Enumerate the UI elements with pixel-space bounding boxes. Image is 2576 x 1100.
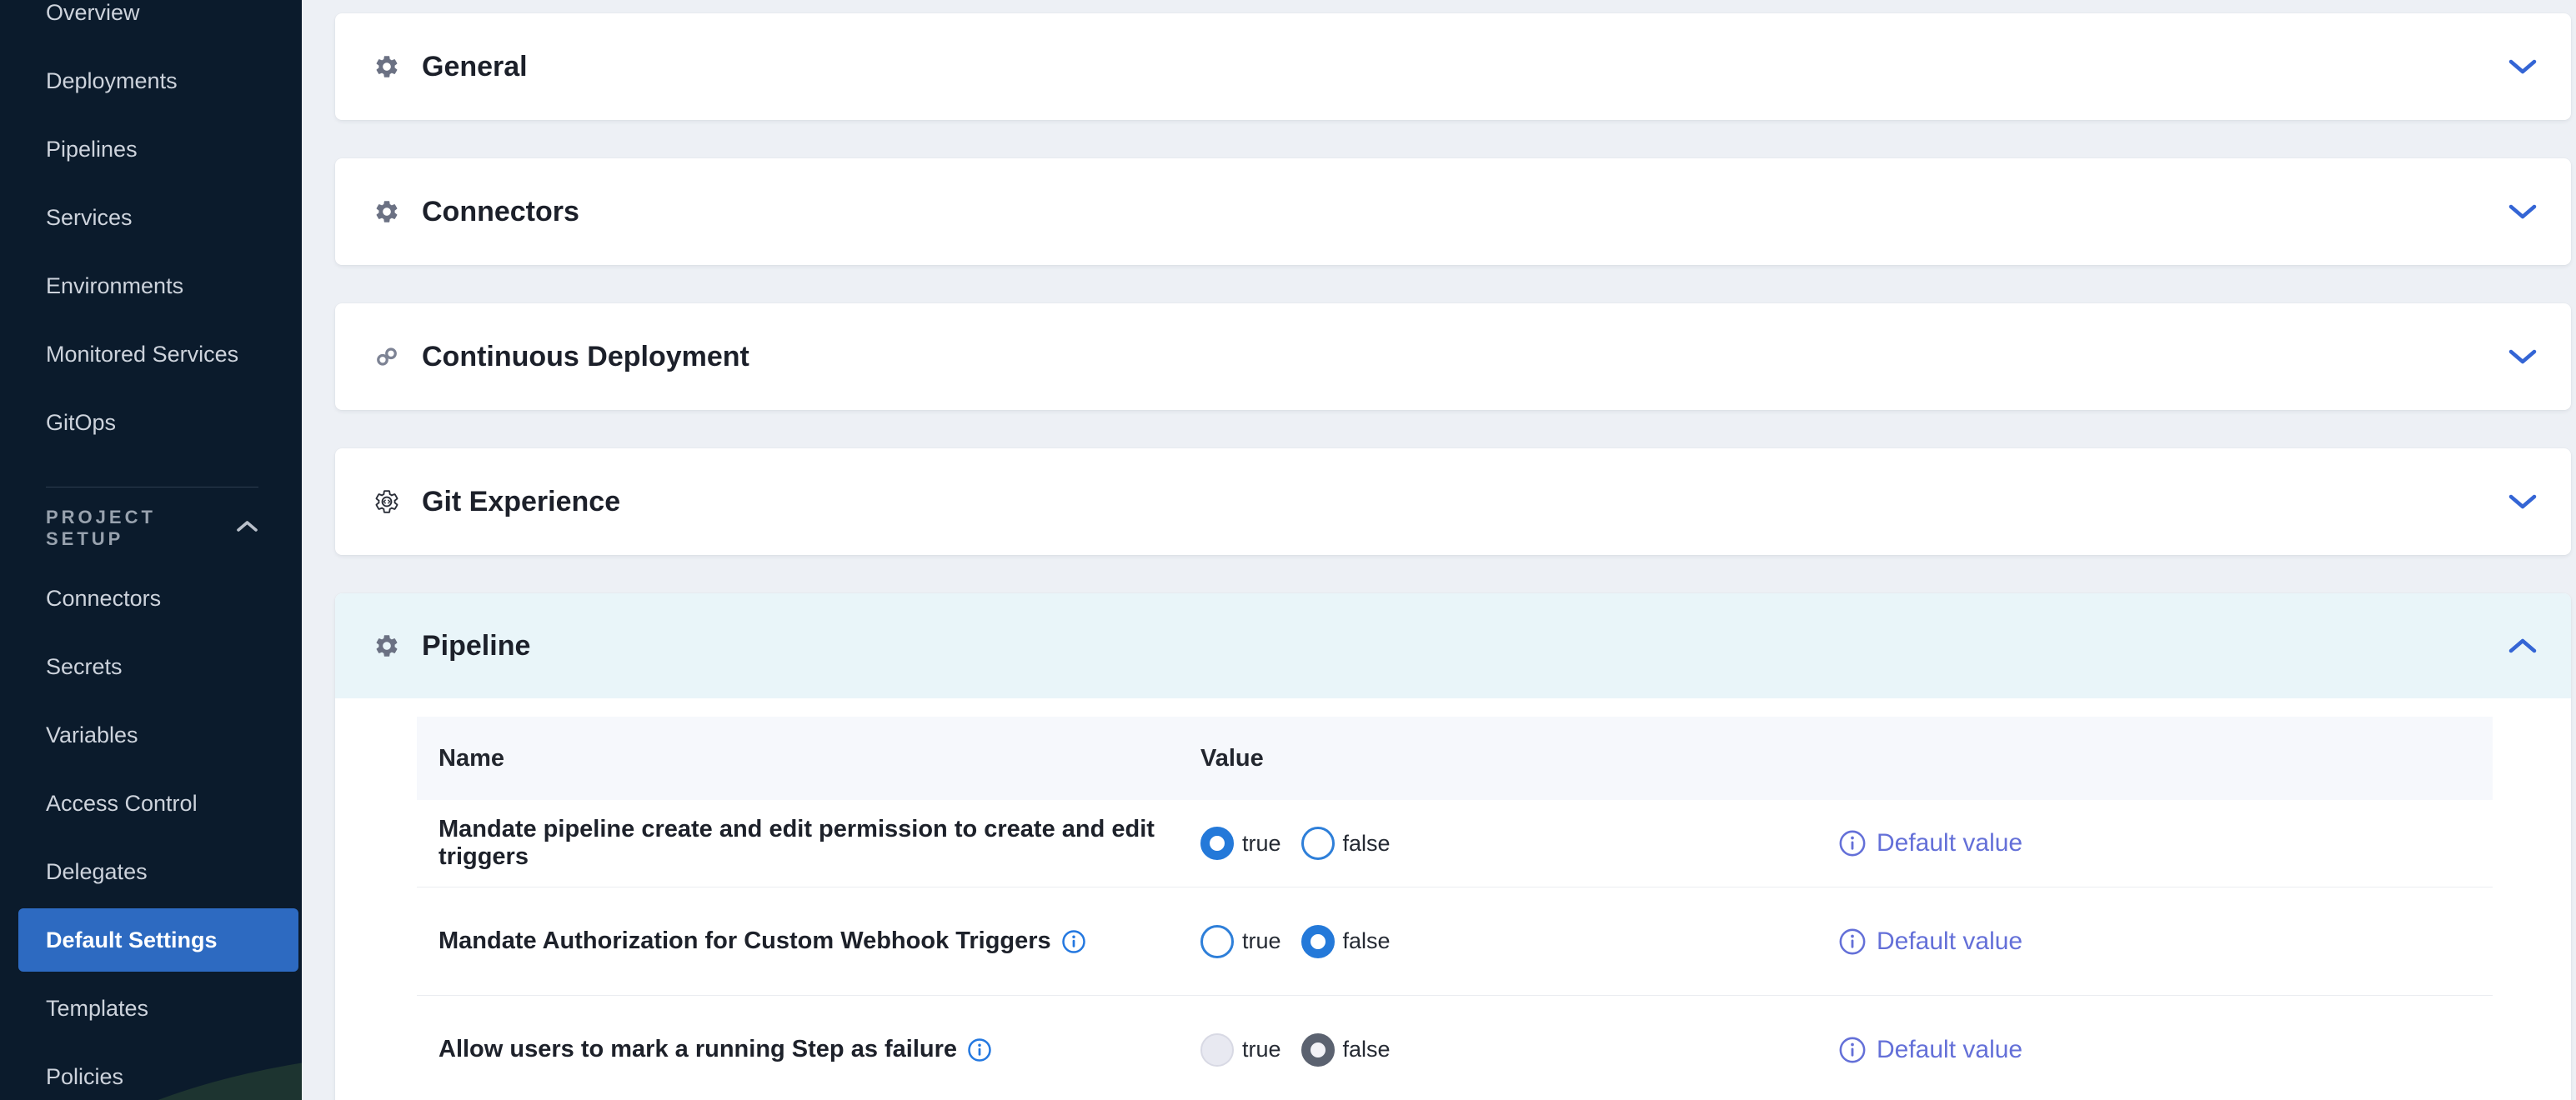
sidebar-item-environments[interactable]: Environments: [0, 252, 302, 320]
table-row: Allow users to mark a running Step as fa…: [417, 995, 2493, 1100]
setting-name: Mandate pipeline create and edit permiss…: [439, 816, 1200, 871]
gear-icon: [373, 632, 400, 659]
section-title: General: [422, 51, 2508, 83]
section-git-experience: Git Experience: [335, 448, 2571, 555]
chevron-up-icon: [236, 519, 258, 538]
radio-group: true false: [1200, 1033, 1838, 1067]
gear-icon: [373, 53, 400, 80]
sidebar-item-templates[interactable]: Templates: [0, 974, 302, 1042]
radio-true-label: true: [1242, 928, 1281, 954]
info-icon: [1838, 928, 1867, 956]
section-connectors: Connectors: [335, 158, 2571, 265]
gear-icon: [373, 198, 400, 225]
sidebar-project-nav: Connectors Secrets Variables Access Cont…: [0, 564, 302, 1100]
section-pipeline: Pipeline Name Value Mandate pipeline cre…: [335, 593, 2571, 1100]
table-header-row: Name Value: [417, 717, 2493, 800]
radio-true[interactable]: [1200, 827, 1234, 860]
info-icon: [1838, 1036, 1867, 1064]
sidebar-selected-pill: Default Settings: [18, 908, 298, 972]
radio-true: [1200, 1033, 1234, 1067]
section-title: Pipeline: [422, 630, 2508, 662]
settings-content: General Connectors: [302, 0, 2576, 1100]
radio-false-label: false: [1343, 928, 1391, 954]
sidebar-item-variables[interactable]: Variables: [0, 701, 302, 769]
sidebar-section-project-setup[interactable]: PROJECT SETUP: [0, 492, 302, 564]
chevron-down-icon[interactable]: [2508, 202, 2538, 221]
radio-false[interactable]: [1301, 925, 1335, 958]
sidebar-divider: [46, 487, 258, 488]
chevron-down-icon[interactable]: [2508, 492, 2538, 511]
sidebar-item-services[interactable]: Services: [0, 183, 302, 252]
chevron-up-icon[interactable]: [2508, 637, 2538, 655]
section-header-general[interactable]: General: [335, 13, 2571, 120]
info-icon[interactable]: [1061, 929, 1086, 954]
sidebar-item-pipelines[interactable]: Pipelines: [0, 115, 302, 183]
section-title: Connectors: [422, 196, 2508, 228]
section-continuous-deployment: Continuous Deployment: [335, 303, 2571, 410]
radio-false-label: false: [1343, 831, 1391, 857]
chevron-down-icon[interactable]: [2508, 58, 2538, 76]
sidebar: Overview Deployments Pipelines Services …: [0, 0, 302, 1100]
sidebar-item-overview[interactable]: Overview: [0, 0, 302, 47]
radio-group: true false: [1200, 925, 1838, 958]
info-icon[interactable]: [967, 1038, 992, 1062]
default-value-label: Default value: [1877, 1036, 2022, 1064]
default-value-link[interactable]: Default value: [1838, 928, 2493, 956]
radio-true[interactable]: [1200, 925, 1234, 958]
radio-true-label: true: [1242, 1037, 1281, 1062]
sidebar-item-default-settings[interactable]: Default Settings: [0, 906, 302, 974]
sidebar-section-label: PROJECT SETUP: [46, 507, 236, 550]
section-general: General: [335, 13, 2571, 120]
sidebar-item-secrets[interactable]: Secrets: [0, 632, 302, 701]
section-title: Git Experience: [422, 486, 2508, 518]
pipeline-settings-table: Name Value Mandate pipeline create and e…: [417, 717, 2493, 1100]
column-header-name: Name: [439, 745, 1200, 772]
radio-false: [1301, 1033, 1335, 1067]
radio-false-label: false: [1343, 1037, 1391, 1062]
info-icon: [1838, 829, 1867, 858]
gear-code-icon: [373, 488, 400, 516]
sidebar-item-connectors[interactable]: Connectors: [0, 564, 302, 632]
default-value-label: Default value: [1877, 829, 2022, 858]
radio-true-label: true: [1242, 831, 1281, 857]
link-icon: [373, 344, 400, 369]
setting-name-text: Mandate Authorization for Custom Webhook…: [439, 928, 1051, 955]
setting-name: Mandate Authorization for Custom Webhook…: [439, 928, 1200, 955]
default-value-link[interactable]: Default value: [1838, 829, 2493, 858]
section-header-pipeline[interactable]: Pipeline: [335, 593, 2571, 698]
setting-name-text: Allow users to mark a running Step as fa…: [439, 1036, 957, 1063]
section-header-git-experience[interactable]: Git Experience: [335, 448, 2571, 555]
default-value-label: Default value: [1877, 928, 2022, 956]
sidebar-item-delegates[interactable]: Delegates: [0, 838, 302, 906]
column-header-value: Value: [1200, 745, 1838, 772]
radio-false[interactable]: [1301, 827, 1335, 860]
sidebar-item-monitored-services[interactable]: Monitored Services: [0, 320, 302, 388]
sidebar-nav: Overview Deployments Pipelines Services …: [0, 0, 302, 457]
section-header-connectors[interactable]: Connectors: [335, 158, 2571, 265]
chevron-down-icon[interactable]: [2508, 348, 2538, 366]
sidebar-item-gitops[interactable]: GitOps: [0, 388, 302, 457]
table-row: Mandate pipeline create and edit permiss…: [417, 800, 2493, 887]
sidebar-item-deployments[interactable]: Deployments: [0, 47, 302, 115]
radio-group: true false: [1200, 827, 1838, 860]
default-value-link[interactable]: Default value: [1838, 1036, 2493, 1064]
section-header-continuous-deployment[interactable]: Continuous Deployment: [335, 303, 2571, 410]
sidebar-item-policies[interactable]: Policies: [0, 1042, 302, 1100]
sidebar-item-access-control[interactable]: Access Control: [0, 769, 302, 838]
table-row: Mandate Authorization for Custom Webhook…: [417, 887, 2493, 995]
section-title: Continuous Deployment: [422, 341, 2508, 373]
setting-name: Allow users to mark a running Step as fa…: [439, 1036, 1200, 1063]
